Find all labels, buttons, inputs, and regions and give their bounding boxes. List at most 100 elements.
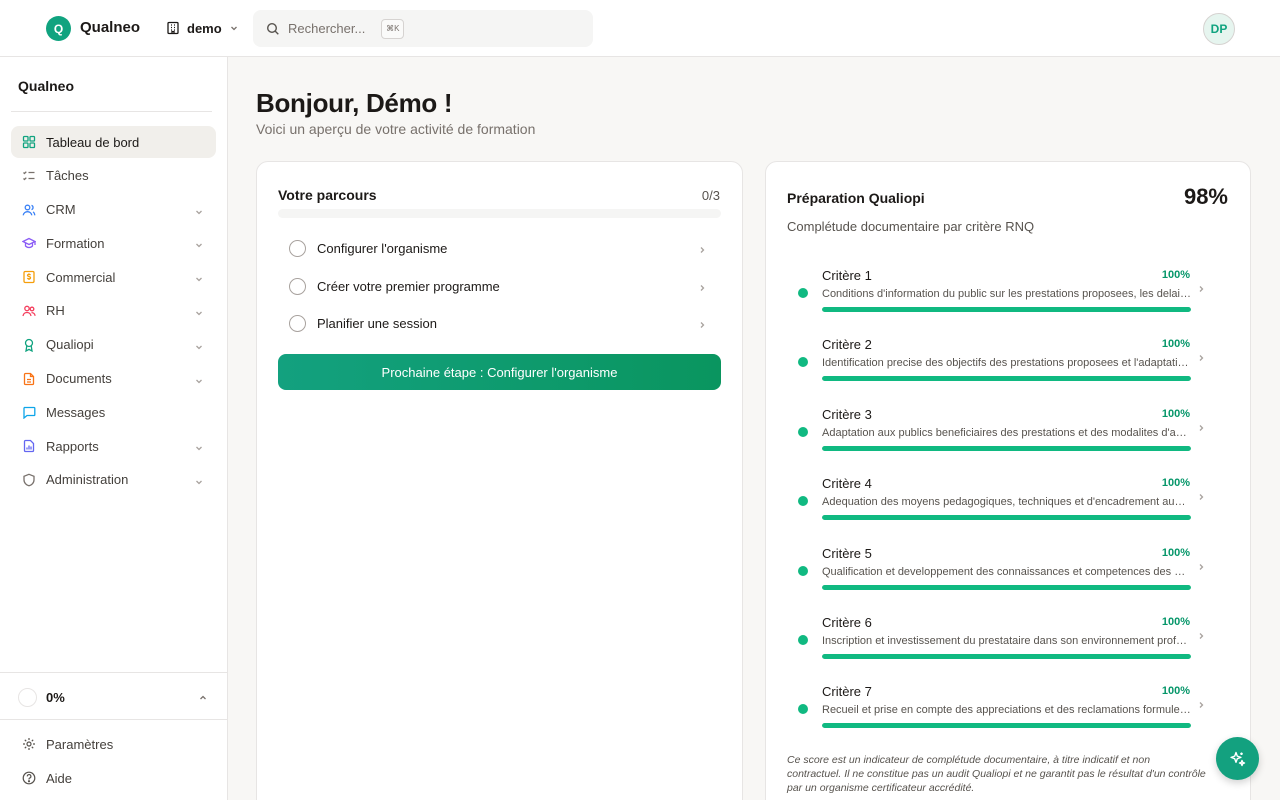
sidebar-item-commercial[interactable]: Commercial <box>11 261 216 293</box>
criterion-description: Identification precise des objectifs des… <box>822 357 1191 370</box>
sidebar-item-tableau-de-bord[interactable]: Tableau de bord <box>11 126 216 158</box>
sidebar-item-documents[interactable]: Documents <box>11 363 216 395</box>
sidebar-item-help[interactable]: Aide <box>22 768 72 788</box>
dollar-icon <box>22 270 36 284</box>
chevron-down-icon <box>194 441 204 456</box>
journey-step[interactable]: Configurer l'organisme <box>278 230 721 268</box>
report-icon <box>22 439 36 453</box>
journey-card: Votre parcours 0/3 Configurer l'organism… <box>256 161 743 800</box>
criterion-progress-fill <box>822 376 1191 382</box>
search-input[interactable]: Rechercher... <box>288 21 365 36</box>
workspace-selector[interactable]: demo <box>166 17 239 39</box>
chevron-down-icon <box>194 306 204 321</box>
sidebar-brand: Qualneo <box>18 78 75 94</box>
criterion-progress-bar <box>822 445 1191 451</box>
criterion-progress-bar <box>822 515 1191 521</box>
criterion-name: Critère 5 <box>822 545 872 561</box>
status-dot-icon <box>798 288 808 298</box>
people-icon <box>22 304 36 318</box>
criterion-percent: 100% <box>1161 685 1190 698</box>
settings-label: Paramètres <box>46 736 114 752</box>
chevron-right-icon <box>697 243 707 258</box>
chevron-right-icon <box>1196 351 1206 366</box>
criterion-row[interactable]: Critère 1 100% Conditions d'information … <box>787 258 1230 327</box>
qualiopi-card: Préparation Qualiopi 98% Complétude docu… <box>765 161 1251 800</box>
ai-assistant-button[interactable] <box>1216 737 1259 780</box>
criterion-percent: 100% <box>1161 338 1190 351</box>
sidebar-item-label: RH <box>46 303 65 319</box>
sidebar-item-administration[interactable]: Administration <box>11 464 216 496</box>
criterion-progress-fill <box>822 723 1191 729</box>
criterion-name: Critère 6 <box>822 614 872 630</box>
journey-steps: Configurer l'organisme Créer votre premi… <box>278 230 721 343</box>
checkbox-circle-icon <box>289 315 306 333</box>
sidebar-item-label: Commercial <box>46 269 116 285</box>
criterion-row[interactable]: Critère 5 100% Qualification et developp… <box>787 536 1230 605</box>
sidebar-item-qualiopi[interactable]: Qualiopi <box>11 329 216 361</box>
help-label: Aide <box>46 770 73 786</box>
checkbox-circle-icon <box>289 277 306 295</box>
criterion-name: Critère 7 <box>822 684 872 700</box>
qualiopi-subtitle: Complétude documentaire par critère RNQ <box>787 219 1035 234</box>
chevron-down-icon <box>194 374 204 389</box>
criterion-percent: 100% <box>1161 615 1190 628</box>
status-dot-icon <box>798 634 808 645</box>
help-icon <box>22 771 36 785</box>
chevron-right-icon <box>1196 629 1206 644</box>
chevron-right-icon <box>1196 490 1206 505</box>
status-dot-icon <box>798 426 808 437</box>
criterion-description: Adaptation aux publics beneficiaires des… <box>822 426 1191 439</box>
chevron-down-icon <box>194 475 204 490</box>
grid-icon <box>22 135 36 149</box>
sidebar-item-crm[interactable]: CRM <box>11 194 216 226</box>
criterion-row[interactable]: Critère 7 100% Recueil et prise en compt… <box>787 674 1230 743</box>
users-icon <box>22 203 36 217</box>
file-icon <box>22 372 36 386</box>
journey-step[interactable]: Planifier une session <box>278 305 721 343</box>
criterion-row[interactable]: Critère 6 100% Inscription et investisse… <box>787 605 1230 674</box>
status-dot-icon <box>798 704 808 715</box>
criterion-progress-fill <box>822 307 1191 312</box>
criterion-name: Critère 4 <box>822 476 872 492</box>
criteria-list: Critère 1 100% Conditions d'information … <box>787 258 1230 744</box>
divider <box>0 672 227 673</box>
chevron-right-icon <box>697 281 707 296</box>
journey-step[interactable]: Créer votre premier programme <box>278 268 721 306</box>
criterion-row[interactable]: Critère 2 100% Identification precise de… <box>787 327 1230 396</box>
onboarding-progress[interactable]: 0% <box>18 686 210 708</box>
criterion-row[interactable]: Critère 3 100% Adaptation aux publics be… <box>787 397 1230 466</box>
sidebar-item-settings[interactable]: Paramètres <box>22 734 113 754</box>
journey-progress-bar <box>278 209 721 218</box>
brand-name[interactable]: Qualneo <box>80 19 140 36</box>
criterion-row[interactable]: Critère 4 100% Adequation des moyens ped… <box>787 466 1230 535</box>
sidebar-item-formation[interactable]: Formation <box>11 227 216 259</box>
chevron-down-icon <box>194 340 204 355</box>
search-bar[interactable]: Rechercher... ⌘K <box>253 10 593 47</box>
avatar[interactable]: DP <box>1203 13 1235 45</box>
chevron-down-icon <box>194 272 204 287</box>
criterion-description: Qualification et developpement des conna… <box>822 565 1191 578</box>
sidebar-item-label: Formation <box>46 235 105 251</box>
chevron-down-icon <box>194 238 204 253</box>
criterion-percent: 100% <box>1161 477 1190 490</box>
sidebar-item-rapports[interactable]: Rapports <box>11 430 216 462</box>
sidebar: Qualneo Tableau de bord Tâches CRM Formatio… <box>0 57 228 800</box>
sidebar-item-label: Administration <box>46 472 129 488</box>
disclaimer: Ce score est un indicateur de complétude… <box>787 754 1206 794</box>
sidebar-item-messages[interactable]: Messages <box>11 396 216 428</box>
sidebar-item-rh[interactable]: RH <box>11 295 216 327</box>
chevron-down-icon <box>194 205 204 220</box>
sidebar-item-taches[interactable]: Tâches <box>11 160 216 192</box>
status-dot-icon <box>798 496 808 507</box>
criterion-percent: 100% <box>1161 546 1190 559</box>
logo-icon[interactable]: Q <box>46 16 71 41</box>
chevron-up-icon <box>200 695 206 700</box>
sidebar-item-label: CRM <box>46 202 76 218</box>
divider <box>11 111 212 112</box>
sidebar-item-label: Documents <box>46 371 112 387</box>
next-step-button[interactable]: Prochaine étape : Configurer l'organisme <box>278 354 721 390</box>
criterion-progress-bar <box>822 584 1191 590</box>
page-subtitle: Voici un aperçu de votre activité de for… <box>256 121 536 137</box>
progress-value: 0% <box>46 689 65 705</box>
criterion-percent: 100% <box>1161 407 1190 420</box>
